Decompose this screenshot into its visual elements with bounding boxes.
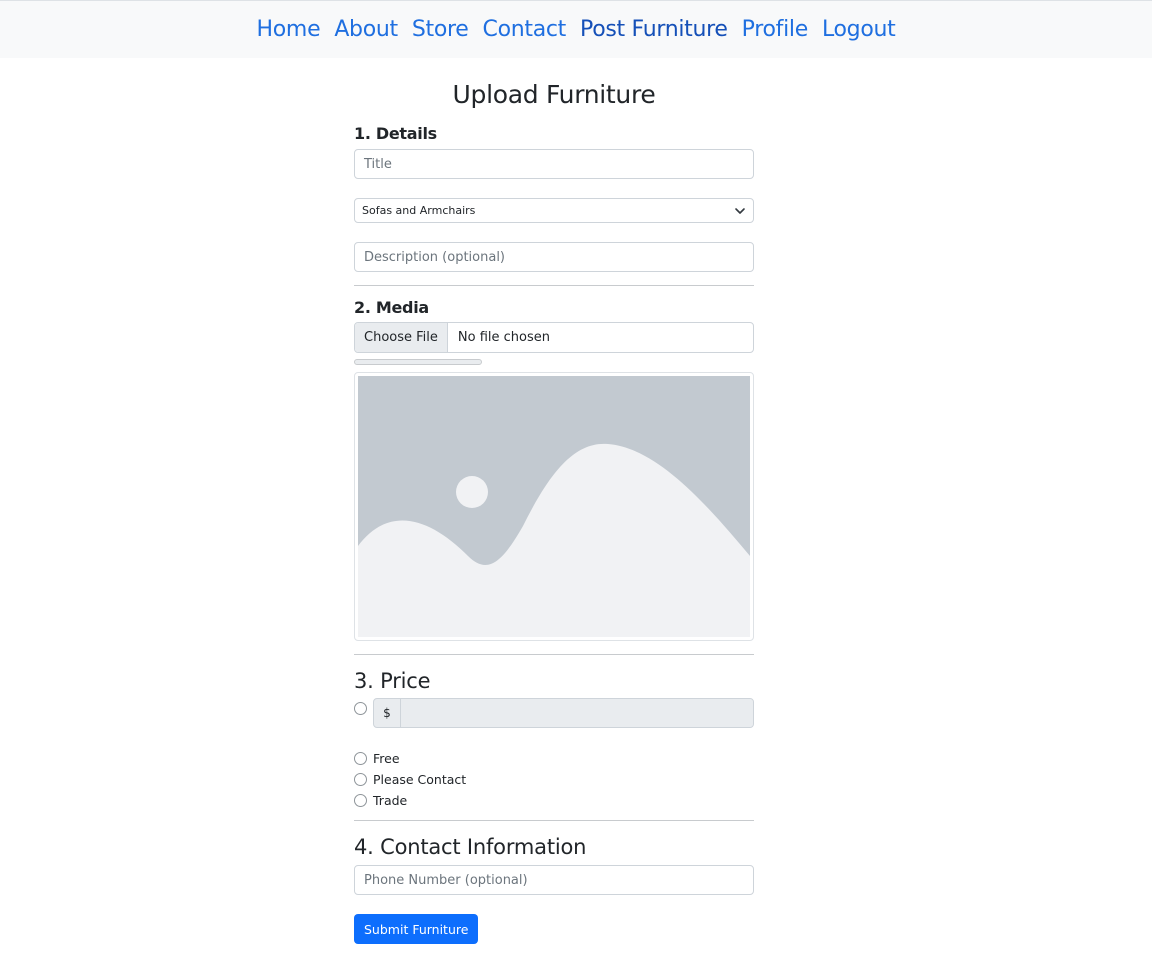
category-select[interactable]: Sofas and Armchairs xyxy=(354,198,754,223)
nav-store-link[interactable]: Store xyxy=(412,17,469,42)
navbar: Home About Store Contact Post Furniture … xyxy=(0,0,1152,58)
currency-prefix: $ xyxy=(374,699,401,727)
upload-progress-bar xyxy=(354,359,482,365)
please-contact-label: Please Contact xyxy=(373,772,467,787)
price-amount-radio[interactable] xyxy=(354,702,367,715)
nav-logout-link[interactable]: Logout xyxy=(822,17,896,42)
price-option-free[interactable]: Free xyxy=(354,748,754,769)
divider xyxy=(354,820,754,821)
description-input[interactable]: Description (optional) xyxy=(354,242,754,272)
price-input-group[interactable]: $ xyxy=(373,698,754,728)
category-selected-value: Sofas and Armchairs xyxy=(362,204,476,217)
price-option-trade[interactable]: Trade xyxy=(354,790,754,811)
media-heading: 2. Media xyxy=(354,298,429,317)
nav-profile-link[interactable]: Profile xyxy=(742,17,809,42)
upload-form: Upload Furniture 1. Details Title Sofas … xyxy=(354,58,754,944)
divider xyxy=(354,285,754,286)
trade-radio[interactable] xyxy=(354,794,367,807)
details-heading: 1. Details xyxy=(354,124,437,143)
page-title: Upload Furniture xyxy=(452,80,656,109)
title-placeholder: Title xyxy=(364,156,392,172)
image-preview xyxy=(354,372,754,641)
free-label: Free xyxy=(373,751,400,766)
price-option-please-contact[interactable]: Please Contact xyxy=(354,769,754,790)
contact-heading: 4. Contact Information xyxy=(354,835,587,859)
nav-home-link[interactable]: Home xyxy=(257,17,321,42)
file-status: No file chosen xyxy=(457,330,550,345)
please-contact-radio[interactable] xyxy=(354,773,367,786)
price-input[interactable] xyxy=(401,699,753,727)
submit-furniture-button[interactable]: Submit Furniture xyxy=(354,914,479,944)
title-input[interactable]: Title xyxy=(354,149,754,179)
choose-file-button[interactable]: Choose File xyxy=(355,323,448,352)
price-heading: 3. Price xyxy=(354,669,431,693)
nav-list: Home About Store Contact Post Furniture … xyxy=(257,17,896,42)
phone-placeholder: Phone Number (optional) xyxy=(364,872,528,888)
nav-about-link[interactable]: About xyxy=(334,17,398,42)
trade-label: Trade xyxy=(373,793,408,808)
nav-post-furniture-link[interactable]: Post Furniture xyxy=(580,17,728,42)
price-options: Free Please Contact Trade xyxy=(354,748,754,811)
description-placeholder: Description (optional) xyxy=(364,249,506,265)
file-input[interactable]: Choose File No file chosen xyxy=(354,322,754,353)
nav-contact-link[interactable]: Contact xyxy=(483,17,567,42)
free-radio[interactable] xyxy=(354,752,367,765)
divider xyxy=(354,654,754,655)
image-placeholder-icon xyxy=(358,376,750,637)
phone-input[interactable]: Phone Number (optional) xyxy=(354,865,754,895)
chevron-down-icon xyxy=(735,207,745,214)
price-amount-row: $ xyxy=(354,698,754,728)
